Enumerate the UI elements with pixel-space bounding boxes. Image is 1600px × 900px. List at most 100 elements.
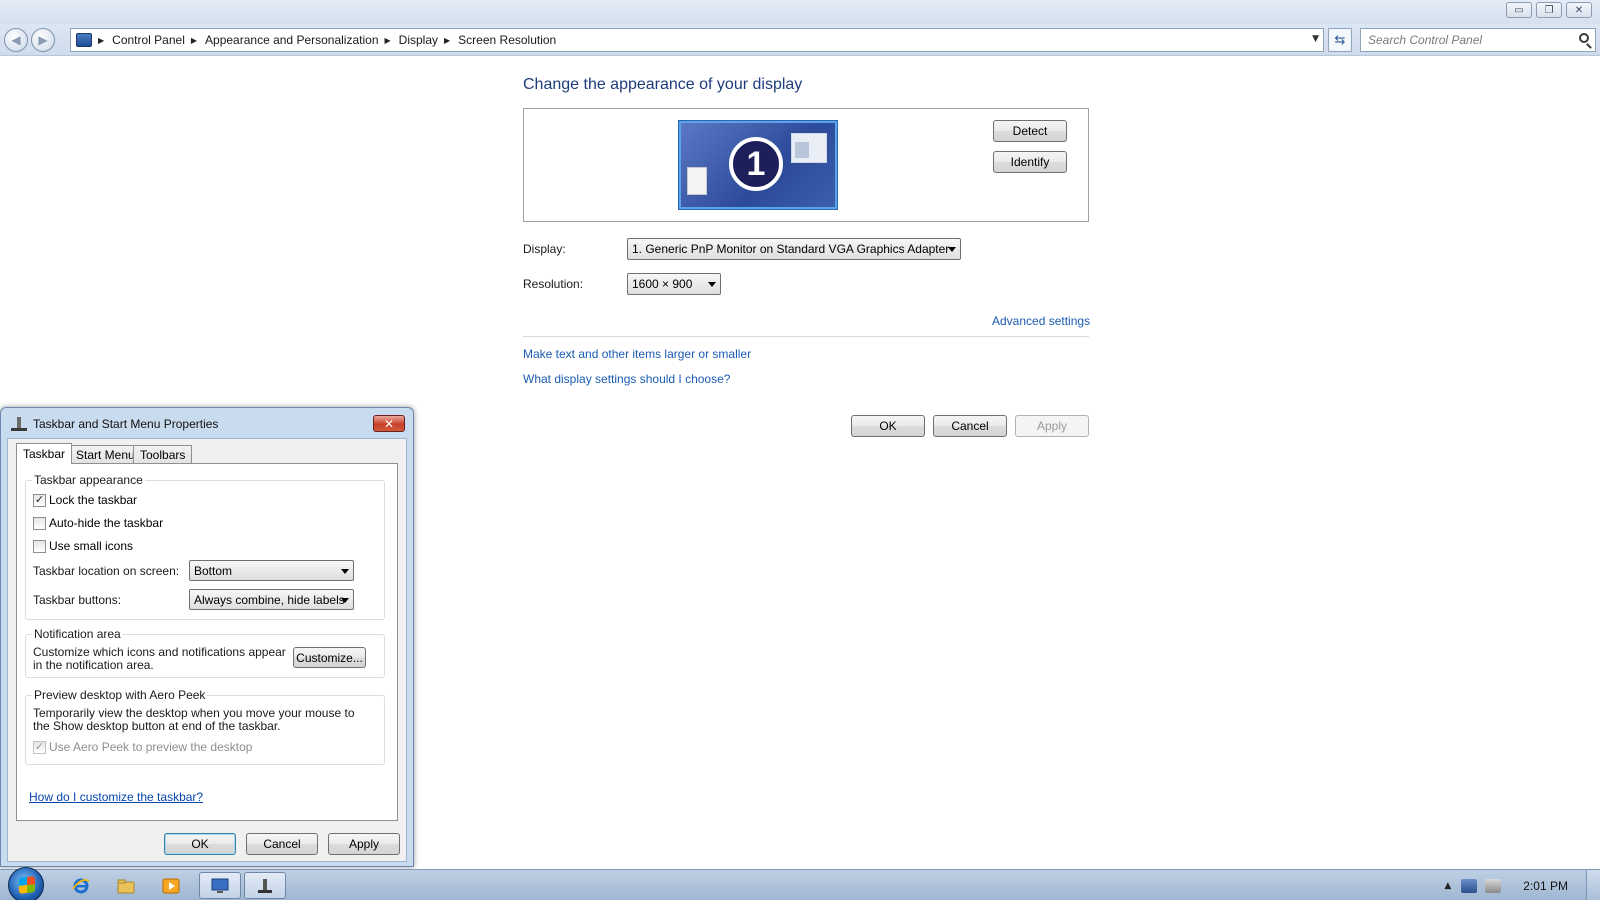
display-label: Display: xyxy=(523,242,566,256)
tab-toolbars[interactable]: Toolbars xyxy=(133,445,193,464)
window-thumbnail-icon xyxy=(687,167,707,195)
group-title: Notification area xyxy=(32,627,123,641)
chevron-down-icon xyxy=(341,598,349,603)
control-panel-icon xyxy=(76,33,92,47)
search-input[interactable] xyxy=(1368,33,1568,47)
taskbar-properties-icon xyxy=(258,878,272,893)
checkbox-checked-icon: ✓ xyxy=(33,493,46,507)
auto-hide-label: Auto-hide the taskbar xyxy=(49,516,164,530)
back-button[interactable]: ◀ xyxy=(4,28,28,52)
tab-start-menu[interactable]: Start Menu xyxy=(69,445,142,464)
cancel-button[interactable]: Cancel xyxy=(933,415,1007,437)
notification-tray: ▲ 2:01 PM xyxy=(1444,870,1600,900)
divider xyxy=(523,336,1089,337)
clock[interactable]: 2:01 PM xyxy=(1523,879,1568,893)
aero-peek-checkbox[interactable]: ✓ Use Aero Peek to preview the desktop xyxy=(33,740,252,754)
customize-button[interactable]: Customize... xyxy=(293,647,366,668)
window-controls: ▭ ❐ ✕ xyxy=(1506,2,1592,18)
taskbar-location-select[interactable]: Bottom xyxy=(189,560,354,581)
aero-peek-group: Preview desktop with Aero Peek Temporari… xyxy=(25,688,385,765)
identify-button[interactable]: Identify xyxy=(993,151,1067,173)
taskbar-location-value: Bottom xyxy=(194,563,233,578)
lock-taskbar-checkbox[interactable]: ✓ Lock the taskbar xyxy=(33,493,137,507)
window-titlebar: ▭ ❐ ✕ xyxy=(0,0,1600,24)
dialog-title: Taskbar and Start Menu Properties xyxy=(33,417,219,431)
network-icon[interactable] xyxy=(1461,878,1478,893)
taskbar-tab-panel: Taskbar appearance ✓ Lock the taskbar Au… xyxy=(16,463,398,821)
text-size-link[interactable]: Make text and other items larger or smal… xyxy=(523,347,751,361)
breadcrumb-chevron-icon[interactable]: ▶ xyxy=(385,36,391,45)
taskbar-display-settings[interactable] xyxy=(199,872,241,899)
back-arrow-icon: ◀ xyxy=(11,33,21,47)
dialog-body: Taskbar Start Menu Toolbars Taskbar appe… xyxy=(7,438,407,862)
show-desktop-button[interactable] xyxy=(1586,870,1600,900)
search-icon[interactable] xyxy=(1579,33,1589,43)
aero-peek-label: Use Aero Peek to preview the desktop xyxy=(49,740,253,754)
display-select[interactable]: 1. Generic PnP Monitor on Standard VGA G… xyxy=(627,238,961,260)
taskbar-internet-explorer[interactable] xyxy=(60,872,102,899)
monitor-1-preview[interactable]: 1 xyxy=(679,121,837,209)
address-dropdown-icon[interactable]: ▼ xyxy=(1312,34,1319,44)
notification-area-group: Notification area Customize which icons … xyxy=(25,627,385,678)
address-row: ◀ ▶ ▶ Control Panel ▶ Appearance and Pers… xyxy=(0,24,1600,56)
monitor-preview-panel: 1 Detect Identify xyxy=(523,108,1089,222)
detect-button[interactable]: Detect xyxy=(993,120,1067,142)
taskbar-buttons-select[interactable]: Always combine, hide labels xyxy=(189,589,354,610)
page-title: Change the appearance of your display xyxy=(523,76,803,93)
dialog-apply-button[interactable]: Apply xyxy=(328,833,400,855)
minimize-button[interactable]: ▭ xyxy=(1506,2,1532,18)
checkbox-unchecked-icon xyxy=(33,516,46,530)
group-title: Taskbar appearance xyxy=(32,473,145,487)
dialog-close-button[interactable]: ✕ xyxy=(373,415,405,432)
customize-taskbar-help-link[interactable]: How do I customize the taskbar? xyxy=(29,790,203,804)
breadcrumb-control-panel[interactable]: Control Panel xyxy=(112,33,185,47)
breadcrumb: Control Panel ▶ Appearance and Personaliz… xyxy=(112,33,556,47)
resolution-select[interactable]: 1600 × 900 xyxy=(627,273,721,295)
search-box[interactable] xyxy=(1360,28,1596,52)
taskbar-buttons-label: Taskbar buttons: xyxy=(33,593,122,607)
breadcrumb-display[interactable]: Display xyxy=(399,33,438,47)
taskbar-location-label: Taskbar location on screen: xyxy=(33,564,180,578)
chevron-down-icon xyxy=(341,569,349,574)
resolution-label: Resolution: xyxy=(523,277,584,291)
volume-muted-icon[interactable] xyxy=(1485,878,1502,893)
breadcrumb-chevron-icon[interactable]: ▶ xyxy=(444,36,450,45)
forward-arrow-icon: ▶ xyxy=(38,33,48,47)
notification-area-description: Customize which icons and notifications … xyxy=(33,645,286,672)
internet-explorer-icon xyxy=(72,878,90,893)
taskbar-properties-icon xyxy=(11,417,27,431)
breadcrumb-chevron-icon: ▶ xyxy=(98,35,105,45)
small-icons-checkbox[interactable]: Use small icons xyxy=(33,539,133,553)
monitor-number-badge: 1 xyxy=(729,137,783,191)
dialog-ok-button[interactable]: OK xyxy=(164,833,236,855)
apply-button[interactable]: Apply xyxy=(1015,415,1089,437)
ok-button[interactable]: OK xyxy=(851,415,925,437)
taskbar-properties-dialog: Taskbar and Start Menu Properties ✕ Task… xyxy=(0,407,414,867)
chevron-down-icon xyxy=(708,282,716,287)
breadcrumb-screen-resolution[interactable]: Screen Resolution xyxy=(458,33,556,47)
address-bar[interactable]: ▶ Control Panel ▶ Appearance and Personal… xyxy=(70,28,1324,52)
display-settings-help-link[interactable]: What display settings should I choose? xyxy=(523,372,730,386)
forward-button[interactable]: ▶ xyxy=(31,28,55,52)
checkbox-unchecked-icon xyxy=(33,539,46,553)
taskbar-explorer[interactable] xyxy=(105,872,147,899)
maximize-button[interactable]: ❐ xyxy=(1536,2,1562,18)
refresh-icon: ⇆ xyxy=(1334,32,1346,48)
window-thumbnail-icon xyxy=(791,133,827,163)
start-button[interactable] xyxy=(8,867,44,900)
dialog-titlebar: Taskbar and Start Menu Properties xyxy=(11,417,218,431)
advanced-settings-link[interactable]: Advanced settings xyxy=(992,314,1090,328)
taskbar-buttons-value: Always combine, hide labels xyxy=(194,592,345,607)
taskbar-appearance-group: Taskbar appearance ✓ Lock the taskbar Au… xyxy=(25,473,385,620)
show-hidden-icons-icon[interactable]: ▲ xyxy=(1444,881,1451,891)
breadcrumb-appearance[interactable]: Appearance and Personalization xyxy=(205,33,378,47)
auto-hide-checkbox[interactable]: Auto-hide the taskbar xyxy=(33,516,163,530)
resolution-select-value: 1600 × 900 xyxy=(632,277,693,291)
breadcrumb-chevron-icon[interactable]: ▶ xyxy=(191,36,197,45)
taskbar-properties-window[interactable] xyxy=(244,872,286,899)
taskbar-media-player[interactable] xyxy=(150,872,192,899)
close-button[interactable]: ✕ xyxy=(1566,2,1592,18)
dialog-cancel-button[interactable]: Cancel xyxy=(246,833,318,855)
tab-taskbar[interactable]: Taskbar xyxy=(16,443,73,464)
refresh-button[interactable]: ⇆ xyxy=(1328,28,1352,52)
